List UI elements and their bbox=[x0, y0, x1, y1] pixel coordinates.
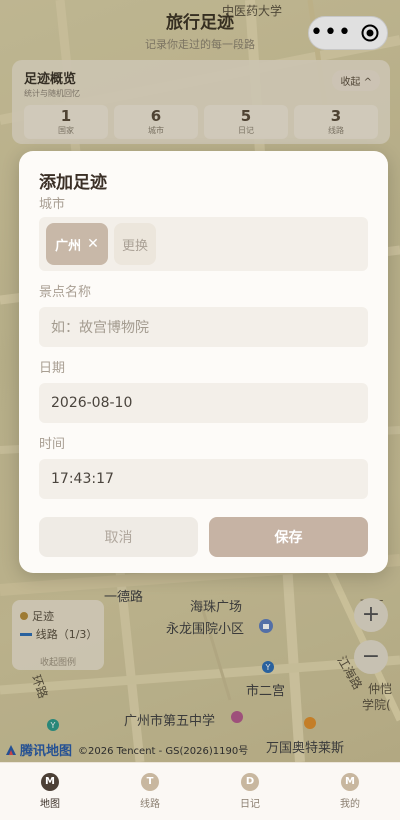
spot-label: 景点名称 bbox=[39, 285, 92, 300]
routes-tab-icon: T bbox=[141, 773, 159, 791]
time-label: 时间 bbox=[39, 437, 66, 452]
city-label: 城市 bbox=[39, 197, 66, 212]
time-picker[interactable]: 17:43:17 bbox=[39, 459, 368, 499]
tab-label: 地图 bbox=[40, 799, 60, 810]
city-chip-label: 广州 bbox=[55, 238, 82, 254]
tab-routes[interactable]: T 线路 bbox=[100, 763, 200, 820]
remove-city-icon[interactable]: ✕ bbox=[87, 236, 99, 252]
tab-bar: M 地图 T 线路 D 日记 M 我的 bbox=[0, 762, 400, 820]
spot-name-input[interactable]: 如：故宫博物院 bbox=[39, 307, 368, 347]
tab-label: 线路 bbox=[140, 799, 160, 810]
tab-label: 我的 bbox=[340, 799, 360, 810]
profile-tab-icon: M bbox=[341, 773, 359, 791]
tab-diary[interactable]: D 日记 bbox=[200, 763, 300, 820]
map-tab-icon: M bbox=[41, 773, 59, 791]
tab-map[interactable]: M 地图 bbox=[0, 763, 100, 820]
dialog-title: 添加足迹 bbox=[39, 173, 107, 193]
add-footprint-dialog: 添加足迹 城市 广州 ✕ 更换 景点名称 如：故宫博物院 日期 2026-08-… bbox=[19, 151, 388, 573]
city-chip[interactable]: 广州 ✕ bbox=[46, 223, 108, 265]
tab-label: 日记 bbox=[240, 799, 260, 810]
cancel-button[interactable]: 取消 bbox=[39, 517, 198, 557]
tab-profile[interactable]: M 我的 bbox=[300, 763, 400, 820]
diary-tab-icon: D bbox=[241, 773, 259, 791]
city-field: 广州 ✕ 更换 bbox=[39, 217, 368, 271]
change-city-button[interactable]: 更换 bbox=[114, 223, 156, 265]
save-button[interactable]: 保存 bbox=[209, 517, 368, 557]
date-picker[interactable]: 2026-08-10 bbox=[39, 383, 368, 423]
date-label: 日期 bbox=[39, 361, 66, 376]
